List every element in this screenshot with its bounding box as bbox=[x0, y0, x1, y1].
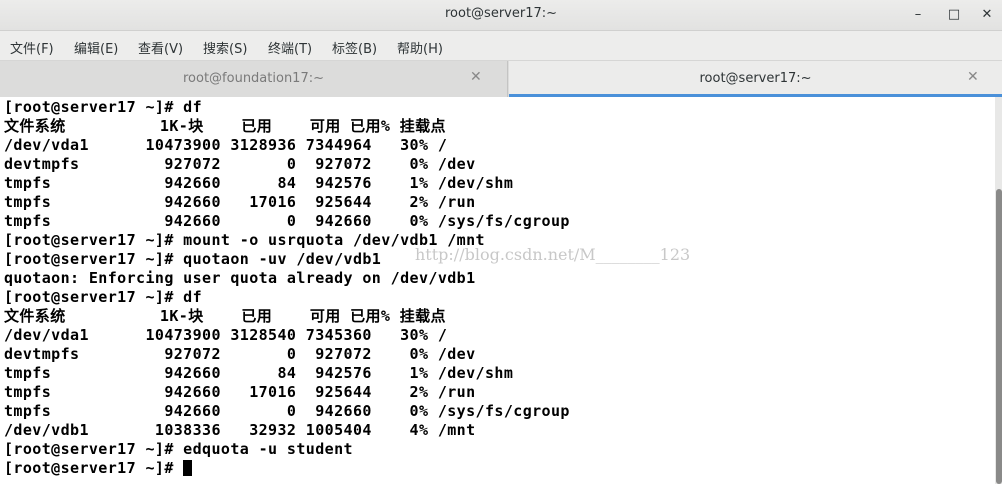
tab-foundation17[interactable]: root@foundation17:~ ✕ bbox=[0, 61, 508, 97]
close-button[interactable]: ✕ bbox=[976, 4, 998, 26]
menu-edit[interactable]: 编辑(E) bbox=[74, 38, 118, 57]
terminal-line: [root@server17 ~]# edquota -u student bbox=[4, 440, 353, 458]
terminal-line: tmpfs 942660 84 942576 1% /dev/shm bbox=[4, 364, 514, 382]
terminal-line: 文件系统 1K-块 已用 可用 已用% 挂载点 bbox=[4, 117, 446, 135]
title-bar: root@server17:~ – □ ✕ bbox=[0, 0, 1002, 31]
terminal-prompt: [root@server17 ~]# bbox=[4, 459, 184, 477]
scrollbar-thumb[interactable] bbox=[996, 189, 1002, 484]
watermark: http://blog.csdn.net/M________123 bbox=[415, 245, 691, 264]
terminal-line: devtmpfs 927072 0 927072 0% /dev bbox=[4, 345, 476, 363]
terminal-line: tmpfs 942660 17016 925644 2% /run bbox=[4, 383, 476, 401]
terminal-line: quotaon: Enforcing user quota already on… bbox=[4, 269, 476, 287]
menu-help[interactable]: 帮助(H) bbox=[397, 38, 443, 57]
terminal-line: tmpfs 942660 84 942576 1% /dev/shm bbox=[4, 174, 514, 192]
tab-bar: root@foundation17:~ ✕ root@server17:~ ✕ bbox=[0, 61, 1002, 98]
terminal-line: tmpfs 942660 17016 925644 2% /run bbox=[4, 193, 476, 211]
close-tab-icon[interactable]: ✕ bbox=[967, 69, 979, 85]
menu-terminal[interactable]: 终端(T) bbox=[268, 38, 312, 57]
text-cursor bbox=[183, 460, 193, 476]
terminal-line: 文件系统 1K-块 已用 可用 已用% 挂载点 bbox=[4, 307, 446, 325]
terminal-line: /dev/vda1 10473900 3128540 7345360 30% / bbox=[4, 326, 448, 344]
terminal-prompt-line: [root@server17 ~]# bbox=[4, 459, 570, 478]
terminal-line: /dev/vdb1 1038336 32932 1005404 4% /mnt bbox=[4, 421, 476, 439]
minimize-button[interactable]: – bbox=[907, 4, 929, 26]
terminal-line: /dev/vda1 10473900 3128936 7344964 30% / bbox=[4, 136, 448, 154]
terminal-line: tmpfs 942660 0 942660 0% /sys/fs/cgroup bbox=[4, 212, 570, 230]
terminal-line: tmpfs 942660 0 942660 0% /sys/fs/cgroup bbox=[4, 402, 570, 420]
close-tab-icon[interactable]: ✕ bbox=[470, 69, 482, 85]
menu-file[interactable]: 文件(F) bbox=[10, 38, 54, 57]
terminal-line: [root@server17 ~]# df bbox=[4, 98, 203, 116]
maximize-button[interactable]: □ bbox=[943, 4, 965, 26]
terminal-line: devtmpfs 927072 0 927072 0% /dev bbox=[4, 155, 476, 173]
tab-server17[interactable]: root@server17:~ ✕ bbox=[509, 61, 1002, 97]
menu-view[interactable]: 查看(V) bbox=[138, 38, 183, 57]
terminal-area[interactable]: [root@server17 ~]# df 文件系统 1K-块 已用 可用 已用%… bbox=[0, 97, 995, 484]
window-title: root@server17:~ bbox=[444, 6, 558, 21]
menu-tabs[interactable]: 标签(B) bbox=[332, 38, 377, 57]
scrollbar[interactable] bbox=[995, 97, 1002, 484]
terminal-line: [root@server17 ~]# df bbox=[4, 288, 203, 306]
tab-label: root@foundation17:~ bbox=[182, 71, 324, 86]
tab-label: root@server17:~ bbox=[699, 71, 812, 86]
menu-search[interactable]: 搜索(S) bbox=[203, 38, 247, 57]
menu-bar: 文件(F) 编辑(E) 查看(V) 搜索(S) 终端(T) 标签(B) 帮助(H… bbox=[0, 31, 1002, 61]
terminal-output: [root@server17 ~]# df 文件系统 1K-块 已用 可用 已用%… bbox=[4, 98, 570, 478]
